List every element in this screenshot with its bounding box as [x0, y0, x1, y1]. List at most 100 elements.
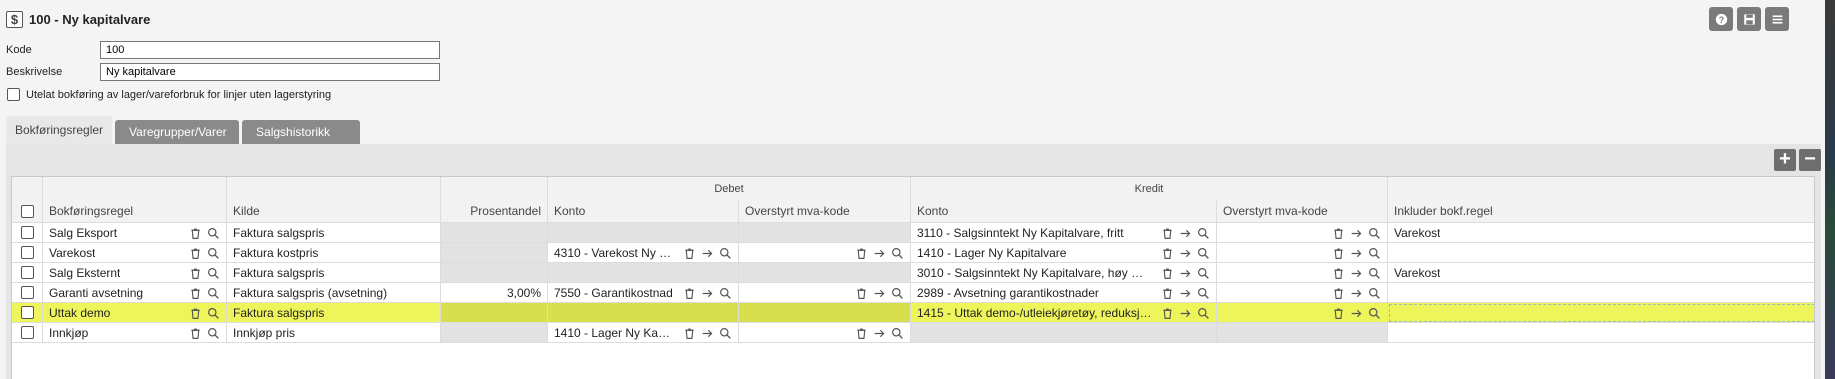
search-icon[interactable] [1368, 227, 1381, 240]
trash-icon[interactable] [683, 247, 696, 260]
menu-button[interactable] [1765, 7, 1789, 31]
search-icon[interactable] [1368, 267, 1381, 280]
cell-regel[interactable]: Uttak demo [43, 303, 227, 323]
arrow-right-icon[interactable] [1179, 287, 1192, 300]
exclude-posting-checkbox[interactable] [7, 88, 20, 101]
arrow-right-icon[interactable] [873, 247, 886, 260]
search-icon[interactable] [1197, 307, 1210, 320]
search-icon[interactable] [207, 227, 220, 240]
select-all-checkbox[interactable] [20, 204, 34, 218]
cell-debet-mva[interactable] [739, 323, 911, 343]
cell-debet-konto[interactable] [548, 303, 739, 323]
trash-icon[interactable] [1332, 227, 1345, 240]
search-icon[interactable] [891, 287, 904, 300]
trash-icon[interactable] [189, 327, 202, 340]
cell-kredit-konto[interactable]: 3010 - Salgsinntekt Ny Kapitalvare, høy … [911, 263, 1217, 283]
cell-kredit-mva[interactable] [1217, 243, 1388, 263]
cell-kredit-konto[interactable]: 1410 - Lager Ny Kapitalvare [911, 243, 1217, 263]
beskrivelse-input[interactable] [100, 63, 440, 81]
tab-salgshistorikk[interactable]: Salgshistorikk [242, 120, 361, 144]
cell-debet-mva[interactable] [739, 243, 911, 263]
cell-kredit-konto[interactable]: 3110 - Salgsinntekt Ny Kapitalvare, frit… [911, 223, 1217, 243]
search-icon[interactable] [1197, 287, 1210, 300]
arrow-right-icon[interactable] [1179, 267, 1192, 280]
cell-kilde[interactable]: Faktura kostpris [227, 243, 441, 263]
cell-kredit-mva[interactable] [1217, 303, 1388, 323]
add-row-button[interactable]: + [1774, 149, 1796, 171]
cell-inkluder[interactable] [1388, 243, 1814, 263]
cell-kredit-mva[interactable] [1217, 283, 1388, 303]
cell-prosent[interactable] [441, 303, 548, 323]
cell-kredit-mva[interactable] [1217, 223, 1388, 243]
search-icon[interactable] [1368, 287, 1381, 300]
remove-row-button[interactable]: − [1799, 149, 1821, 171]
table-row[interactable]: Uttak demo Faktura salgspris 1415 - Uttak … [12, 303, 1814, 323]
cell-prosent[interactable]: 3,00% [441, 283, 548, 303]
cell-inkluder[interactable] [1388, 283, 1814, 303]
cell-kilde[interactable]: Innkjøp pris [227, 323, 441, 343]
trash-icon[interactable] [189, 227, 202, 240]
column-header-kilde[interactable]: Kilde [227, 200, 441, 223]
search-icon[interactable] [1368, 247, 1381, 260]
cell-kilde[interactable]: Faktura salgspris [227, 263, 441, 283]
cell-prosent[interactable] [441, 263, 548, 283]
cell-regel[interactable]: Garanti avsetning [43, 283, 227, 303]
column-header-regel[interactable]: Bokføringsregel [43, 200, 227, 223]
search-icon[interactable] [207, 287, 220, 300]
cell-debet-konto[interactable]: 1410 - Lager Ny Kapitalvare [548, 323, 739, 343]
column-header-debet-mva[interactable]: Overstyrt mva-kode [739, 200, 911, 223]
arrow-right-icon[interactable] [873, 327, 886, 340]
save-button[interactable] [1737, 7, 1761, 31]
search-icon[interactable] [891, 247, 904, 260]
arrow-right-icon[interactable] [701, 287, 714, 300]
tab-bokforingsregler[interactable]: Bokføringsregler [6, 116, 113, 144]
search-icon[interactable] [207, 247, 220, 260]
cell-debet-konto[interactable]: 4310 - Varekost Ny Kapitalv... [548, 243, 739, 263]
cell-debet-mva[interactable] [739, 303, 911, 323]
search-icon[interactable] [719, 327, 732, 340]
table-row[interactable]: Salg Eksport Faktura salgspris 3110 - Salg… [12, 223, 1814, 243]
cell-kilde[interactable]: Faktura salgspris [227, 303, 441, 323]
trash-icon[interactable] [189, 267, 202, 280]
trash-icon[interactable] [1161, 247, 1174, 260]
cell-debet-konto[interactable] [548, 263, 739, 283]
cell-kilde[interactable]: Faktura salgspris (avsetning) [227, 283, 441, 303]
search-icon[interactable] [719, 247, 732, 260]
cell-prosent[interactable] [441, 243, 548, 263]
search-icon[interactable] [1197, 247, 1210, 260]
column-header-kredit-mva[interactable]: Overstyrt mva-kode [1217, 200, 1388, 223]
cell-inkluder[interactable] [1388, 323, 1814, 343]
cell-regel[interactable]: Salg Eksport [43, 223, 227, 243]
cell-kredit-konto[interactable] [911, 323, 1217, 343]
trash-icon[interactable] [1332, 287, 1345, 300]
arrow-right-icon[interactable] [1179, 227, 1192, 240]
column-header-debet-konto[interactable]: Konto [548, 200, 739, 223]
search-icon[interactable] [1197, 227, 1210, 240]
trash-icon[interactable] [1332, 267, 1345, 280]
search-icon[interactable] [719, 287, 732, 300]
trash-icon[interactable] [1161, 267, 1174, 280]
cell-inkluder[interactable] [1388, 303, 1814, 323]
cell-debet-konto[interactable] [548, 223, 739, 243]
trash-icon[interactable] [1332, 247, 1345, 260]
trash-icon[interactable] [1161, 307, 1174, 320]
trash-icon[interactable] [855, 247, 868, 260]
trash-icon[interactable] [189, 307, 202, 320]
cell-prosent[interactable] [441, 323, 548, 343]
row-checkbox[interactable] [20, 306, 34, 319]
cell-inkluder[interactable]: Varekost [1388, 223, 1814, 243]
row-checkbox[interactable] [20, 226, 34, 239]
arrow-right-icon[interactable] [701, 327, 714, 340]
row-checkbox[interactable] [20, 266, 34, 279]
cell-debet-mva[interactable] [739, 223, 911, 243]
row-checkbox[interactable] [20, 286, 34, 299]
table-row[interactable]: Salg Eksternt Faktura salgspris 3010 - Sal… [12, 263, 1814, 283]
column-header-inkluder[interactable]: Inkluder bokf.regel [1388, 200, 1814, 223]
trash-icon[interactable] [683, 327, 696, 340]
cell-inkluder[interactable]: Varekost [1388, 263, 1814, 283]
row-checkbox[interactable] [20, 246, 34, 259]
trash-icon[interactable] [855, 287, 868, 300]
arrow-right-icon[interactable] [1350, 287, 1363, 300]
search-icon[interactable] [207, 307, 220, 320]
trash-icon[interactable] [1332, 307, 1345, 320]
